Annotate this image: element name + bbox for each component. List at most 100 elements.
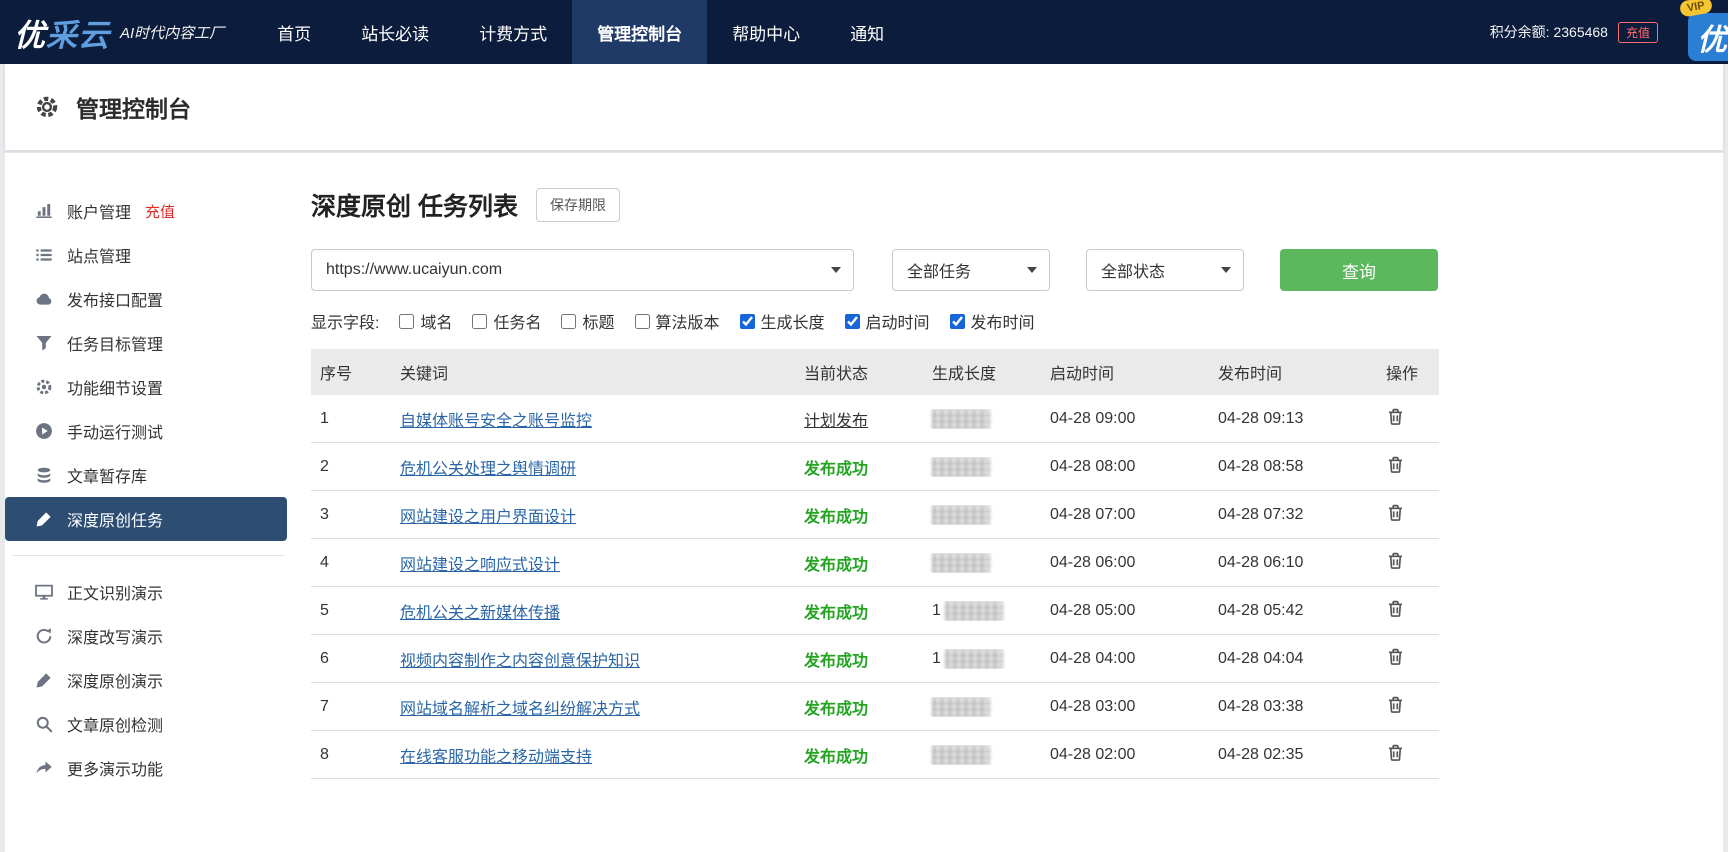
sidebar-item[interactable]: 文章原创检测 bbox=[5, 702, 297, 746]
query-button[interactable]: 查询 bbox=[1280, 249, 1438, 291]
nav-item[interactable]: 站长必读 bbox=[336, 0, 454, 64]
field-checkbox[interactable]: 任务名 bbox=[472, 309, 541, 333]
row-index: 3 bbox=[320, 505, 329, 523]
keyword-link[interactable]: 危机公关处理之舆情调研 bbox=[400, 461, 576, 478]
gear-icon[interactable] bbox=[35, 95, 59, 119]
redacted-length-value bbox=[932, 456, 990, 477]
publish-time: 04-28 08:58 bbox=[1218, 457, 1304, 475]
sidebar-item[interactable]: 深度改写演示 bbox=[5, 614, 297, 658]
start-time: 04-28 05:00 bbox=[1050, 601, 1136, 619]
field-checkbox[interactable]: 启动时间 bbox=[844, 309, 930, 333]
nav-item[interactable]: 首页 bbox=[244, 0, 336, 64]
table-row: 8 在线客服功能之移动端支持 发布成功 04-28 02:00 04-28 02… bbox=[311, 731, 1439, 779]
sidebar-item[interactable]: 功能细节设置 bbox=[5, 365, 297, 409]
task-select-value: 全部任务 bbox=[907, 264, 972, 281]
sidebar-item[interactable]: 账户管理 充值 bbox=[5, 189, 297, 233]
keyword-link[interactable]: 网站域名解析之域名纠纷解决方式 bbox=[400, 701, 640, 718]
keyword-link[interactable]: 在线客服功能之移动端支持 bbox=[400, 749, 592, 766]
nav-item[interactable]: 帮助中心 bbox=[707, 0, 825, 64]
keyword-link[interactable]: 视频内容制作之内容创意保护知识 bbox=[400, 653, 640, 670]
sidebar-item-label: 站点管理 bbox=[67, 249, 132, 266]
sidebar-item[interactable]: 发布接口配置 bbox=[5, 277, 297, 321]
row-index: 4 bbox=[320, 553, 329, 571]
status-text[interactable]: 发布成功 bbox=[804, 461, 868, 478]
checkbox-input[interactable] bbox=[561, 313, 577, 329]
sidebar-item[interactable]: 任务目标管理 bbox=[5, 321, 297, 365]
length-prefix: 1 bbox=[932, 649, 941, 667]
share-icon bbox=[35, 759, 53, 777]
vip-logo: 优 bbox=[1688, 13, 1728, 61]
trash-icon[interactable] bbox=[1386, 743, 1405, 762]
table-header-cell: 序号 bbox=[320, 366, 353, 383]
sidebar-item[interactable]: 手动运行测试 bbox=[5, 409, 297, 453]
fields-label: 显示字段: bbox=[311, 315, 380, 332]
keyword-link[interactable]: 危机公关之新媒体传播 bbox=[400, 605, 560, 622]
sidebar-item-label: 任务目标管理 bbox=[67, 337, 164, 354]
sidebar-item-label: 文章原创检测 bbox=[67, 718, 164, 735]
publish-time: 04-28 04:04 bbox=[1218, 649, 1304, 667]
recharge-badge[interactable]: 充值 bbox=[1617, 21, 1658, 43]
sidebar-item-label: 深度原创演示 bbox=[67, 674, 164, 691]
nav-item[interactable]: 计费方式 bbox=[454, 0, 572, 64]
field-checkbox[interactable]: 域名 bbox=[399, 309, 452, 333]
checkbox-label: 发布时间 bbox=[970, 315, 1035, 332]
sidebar-item-label: 更多演示功能 bbox=[67, 762, 164, 779]
status-text[interactable]: 发布成功 bbox=[804, 557, 868, 574]
field-checkbox[interactable]: 发布时间 bbox=[949, 309, 1035, 333]
checkbox-input[interactable] bbox=[739, 313, 755, 329]
status-text[interactable]: 发布成功 bbox=[804, 701, 868, 718]
trash-icon[interactable] bbox=[1386, 407, 1405, 426]
keyword-link[interactable]: 网站建设之用户界面设计 bbox=[400, 509, 576, 526]
brand-subtitle: AI时代内容工厂 bbox=[120, 24, 225, 42]
chevron-down-icon bbox=[831, 267, 841, 273]
field-checkbox[interactable]: 标题 bbox=[561, 309, 615, 333]
publish-time: 04-28 05:42 bbox=[1218, 601, 1304, 619]
sidebar-item[interactable]: 深度原创演示 bbox=[5, 658, 297, 702]
checkbox-input[interactable] bbox=[634, 313, 650, 329]
status-text[interactable]: 发布成功 bbox=[804, 653, 868, 670]
trash-icon[interactable] bbox=[1386, 647, 1405, 666]
list-icon bbox=[35, 246, 53, 264]
vip-corner[interactable]: VIP 优 bbox=[1674, 0, 1728, 64]
status-text[interactable]: 发布成功 bbox=[804, 509, 868, 526]
brand-logo[interactable]: 优采云 AI时代内容工厂 bbox=[0, 0, 244, 64]
sidebar-item-extra[interactable]: 充值 bbox=[145, 201, 175, 222]
sidebar-item[interactable]: 正文识别演示 bbox=[5, 570, 297, 614]
brand-part2: 采云 bbox=[46, 17, 110, 54]
sidebar-item[interactable]: 深度原创任务 bbox=[5, 497, 287, 541]
checkbox-input[interactable] bbox=[399, 313, 415, 329]
status-text[interactable]: 计划发布 bbox=[804, 413, 868, 430]
keyword-link[interactable]: 自媒体账号安全之账号监控 bbox=[400, 413, 592, 430]
chevron-down-icon bbox=[1027, 267, 1037, 273]
sidebar-item[interactable]: 更多演示功能 bbox=[5, 746, 297, 790]
trash-icon[interactable] bbox=[1386, 455, 1405, 474]
status-text[interactable]: 发布成功 bbox=[804, 749, 868, 766]
sidebar-item-label: 手动运行测试 bbox=[67, 425, 164, 442]
save-period-button[interactable]: 保存期限 bbox=[535, 188, 620, 222]
keyword-link[interactable]: 网站建设之响应式设计 bbox=[400, 557, 560, 574]
checkbox-input[interactable] bbox=[472, 313, 488, 329]
start-time: 04-28 02:00 bbox=[1050, 745, 1136, 763]
checkbox-input[interactable] bbox=[844, 313, 860, 329]
nav-item-label: 计费方式 bbox=[479, 24, 548, 44]
sidebar-item[interactable]: 站点管理 bbox=[5, 233, 297, 277]
sidebar-divider bbox=[13, 555, 285, 556]
filter-row: https://www.ucaiyun.com 全部任务 全部状态 查询 bbox=[311, 249, 1439, 291]
site-select[interactable]: https://www.ucaiyun.com bbox=[311, 249, 854, 291]
nav-item[interactable]: 管理控制台 bbox=[572, 0, 708, 64]
status-text[interactable]: 发布成功 bbox=[804, 605, 868, 622]
chevron-down-icon bbox=[1221, 267, 1231, 273]
sidebar-item[interactable]: 文章暂存库 bbox=[5, 453, 297, 497]
start-time: 04-28 03:00 bbox=[1050, 697, 1136, 715]
field-checkbox[interactable]: 生成长度 bbox=[739, 309, 825, 333]
nav-item-label: 通知 bbox=[850, 24, 885, 44]
status-select[interactable]: 全部状态 bbox=[1086, 249, 1244, 291]
trash-icon[interactable] bbox=[1386, 503, 1405, 522]
task-type-select[interactable]: 全部任务 bbox=[892, 249, 1050, 291]
trash-icon[interactable] bbox=[1386, 551, 1405, 570]
field-checkbox[interactable]: 算法版本 bbox=[634, 309, 720, 333]
checkbox-input[interactable] bbox=[949, 313, 965, 329]
trash-icon[interactable] bbox=[1386, 695, 1405, 714]
nav-item[interactable]: 通知 bbox=[825, 0, 909, 64]
trash-icon[interactable] bbox=[1386, 599, 1405, 618]
